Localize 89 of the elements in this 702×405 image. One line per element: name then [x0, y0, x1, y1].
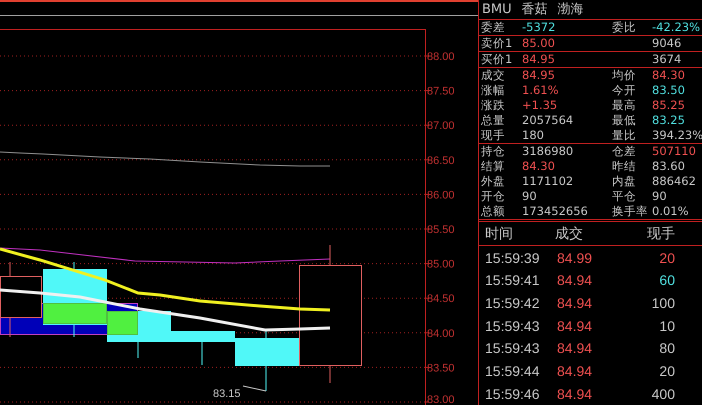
trade-time: 15:59:43 — [485, 340, 540, 356]
field-value: 173452656 — [522, 204, 588, 218]
trade-volume: 400 — [650, 386, 675, 402]
field-label: 换手率 — [612, 204, 648, 218]
price-label: 87.50 — [427, 86, 455, 98]
field-value: 85.00 — [522, 36, 555, 50]
trade-time: 15:59:46 — [485, 386, 540, 402]
field-label: 买价1 — [481, 52, 512, 66]
field-value: 3674 — [652, 52, 682, 66]
field-value: 2057564 — [522, 114, 574, 127]
trade-price: 84.94 — [557, 272, 594, 288]
field-label: 成交 — [481, 68, 505, 82]
field-value: 90 — [652, 190, 667, 203]
field-value: 84.30 — [522, 160, 555, 173]
trade-price: 84.94 — [557, 362, 594, 379]
trade-volume: 100 — [650, 295, 675, 311]
trade-volume: 10 — [658, 318, 675, 334]
field-value: 84.95 — [522, 52, 555, 66]
price-label: 88.00 — [427, 51, 455, 63]
field-label: 现手 — [481, 128, 505, 142]
field-value: 84.30 — [652, 68, 685, 82]
column-header: 现手 — [646, 224, 675, 243]
trade-time: 15:59:42 — [485, 295, 540, 311]
trade-volume: 60 — [658, 272, 675, 288]
trade-time: 15:59:39 — [485, 250, 540, 266]
field-label: 最低 — [612, 114, 636, 127]
field-label: 内盘 — [612, 174, 636, 188]
field-label: 卖价1 — [481, 36, 512, 50]
field-value: 0.01% — [652, 204, 689, 218]
field-value: 1.61% — [522, 84, 559, 97]
field-value: -42.23% — [652, 20, 700, 34]
price-label: 87.00 — [427, 120, 455, 132]
contract-name: 香菇 — [522, 1, 548, 18]
field-value: -5372 — [522, 20, 556, 34]
column-header: 成交 — [555, 224, 584, 243]
trade-volume: 80 — [658, 340, 675, 356]
field-label: 外盘 — [481, 174, 505, 188]
price-label: 84.00 — [427, 328, 455, 340]
field-value: 1171102 — [522, 174, 574, 188]
field-label: 仓差 — [612, 144, 636, 158]
field-label: 持仓 — [481, 144, 505, 158]
price-label: 85.50 — [427, 224, 455, 236]
price-label: 83.00 — [427, 394, 455, 405]
field-value: 180 — [522, 128, 544, 142]
trade-time: 15:59:44 — [485, 362, 540, 379]
field-label: 今开 — [612, 84, 636, 97]
low-price-label: 83.15 — [213, 388, 241, 400]
field-label: 昨结 — [612, 160, 636, 173]
trade-volume: 20 — [658, 362, 675, 379]
field-label: 总额 — [481, 204, 505, 218]
field-value: 507110 — [652, 144, 696, 158]
trade-price: 84.94 — [557, 318, 594, 334]
field-value: 83.60 — [652, 160, 685, 173]
field-label: 委比 — [612, 20, 636, 34]
trade-volume: 20 — [658, 250, 675, 266]
field-value: 84.95 — [522, 68, 555, 82]
trade-price: 84.94 — [557, 295, 594, 311]
leader-line — [242, 386, 266, 392]
trade-price: 84.99 — [557, 250, 594, 266]
field-value: 83.50 — [652, 84, 685, 97]
trade-price: 84.94 — [557, 340, 594, 356]
price-label: 84.50 — [427, 293, 455, 306]
price-label: 86.50 — [427, 154, 455, 167]
field-label: 开仓 — [481, 190, 505, 203]
price-label: 85.00 — [427, 258, 455, 271]
field-label: 均价 — [612, 68, 636, 82]
field-value: 3186980 — [522, 144, 574, 158]
column-header: 时间 — [485, 224, 514, 243]
field-value: 83.25 — [652, 114, 685, 127]
exchange-name: 渤海 — [558, 1, 584, 18]
field-value: 9046 — [652, 36, 682, 50]
field-value: 90 — [522, 190, 537, 203]
price-label: 83.50 — [427, 362, 455, 374]
field-label: 委差 — [481, 20, 505, 34]
field-label: 平仓 — [612, 190, 636, 203]
contract-code: BMU — [482, 2, 512, 17]
field-label: 涨跌 — [481, 98, 505, 112]
trade-price: 84.94 — [557, 386, 594, 402]
field-label: 涨幅 — [481, 84, 505, 97]
field-value: 886462 — [652, 174, 696, 188]
trade-time: 15:59:43 — [485, 318, 540, 334]
field-label: 总量 — [481, 114, 505, 127]
field-label: 结算 — [481, 160, 505, 173]
trade-time: 15:59:41 — [485, 272, 540, 288]
field-value: +1.35 — [522, 98, 558, 112]
price-label: 86.00 — [427, 189, 455, 202]
field-label: 量比 — [612, 128, 636, 142]
field-label: 最高 — [612, 98, 636, 112]
field-value: 85.25 — [652, 98, 685, 112]
